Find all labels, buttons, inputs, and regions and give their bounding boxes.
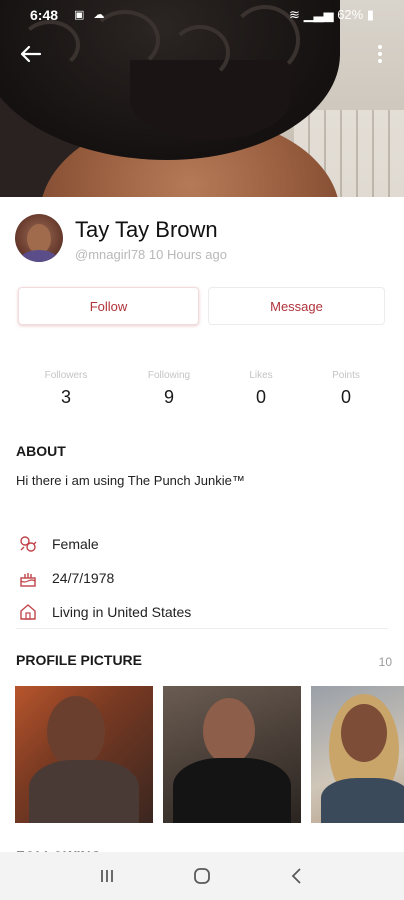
about-title: ABOUT [16,443,66,459]
stat-label: Points [332,370,360,381]
recent-apps-icon [101,870,114,882]
chevron-left-icon [291,868,301,884]
recent-apps-button[interactable] [87,856,127,896]
about-text: Hi there i am using The Punch Junkie™ [16,473,245,488]
stat-points[interactable]: Points 0 [306,370,386,408]
stat-following[interactable]: Following 9 [129,370,209,408]
stat-label: Followers [44,370,88,381]
stat-value: 0 [255,387,266,407]
profile-photo-2[interactable] [163,686,301,823]
notification-icons: ▣ ☁ [74,9,108,21]
back-button[interactable] [14,38,46,70]
gender-text: Female [52,536,99,552]
home-button[interactable] [182,856,222,896]
stat-value: 3 [60,387,71,407]
stat-value: 0 [340,387,351,407]
status-right: ≋ ▁▃▅ 62% ▮ [289,7,374,23]
profile-screen: 6:48 ▣ ☁ ≋ ▁▃▅ 62% ▮ Tay Tay Brown @mnag… [0,0,404,900]
back-nav-button[interactable] [277,856,317,896]
profile-name: Tay Tay Brown [75,217,218,242]
more-vertical-icon [378,45,382,63]
home-circle-icon [194,868,210,884]
profile-photo-1[interactable] [15,686,153,823]
profile-photo-3[interactable] [311,686,404,823]
birthday-text: 24/7/1978 [52,570,115,586]
avatar[interactable] [15,214,63,262]
more-options-button[interactable] [364,38,396,70]
status-time: 6:48 [30,7,59,23]
birthday-cake-icon [20,573,36,587]
profile-handle-time: @mnagirl78 10 Hours ago [75,247,227,262]
signal-icon: ▁▃▅ [303,7,334,22]
arrow-left-icon [20,45,42,63]
info-row-gender: Female [18,533,99,555]
location-text: Living in United States [52,604,192,620]
profile-picture-count[interactable]: 10 [379,655,392,669]
info-row-location: Living in United States [18,601,191,623]
stat-label: Following [147,370,191,381]
stat-likes[interactable]: Likes 0 [221,370,301,408]
system-nav-bar [0,852,404,900]
status-bar: 6:48 ▣ ☁ ≋ ▁▃▅ 62% ▮ [0,0,404,30]
battery-icon: ▮ [366,7,374,22]
stat-followers[interactable]: Followers 3 [26,370,106,408]
stat-value: 9 [163,387,174,407]
profile-picture-title: PROFILE PICTURE [16,652,143,668]
home-icon [20,604,36,620]
follow-button[interactable]: Follow [18,287,199,325]
gender-icon [20,536,37,552]
wifi-icon: ≋ [289,7,300,22]
battery-level: 62% [337,7,364,22]
info-row-birthday: 24/7/1978 [18,567,114,589]
stat-label: Likes [249,370,273,381]
message-button[interactable]: Message [208,287,385,325]
divider [16,628,388,629]
